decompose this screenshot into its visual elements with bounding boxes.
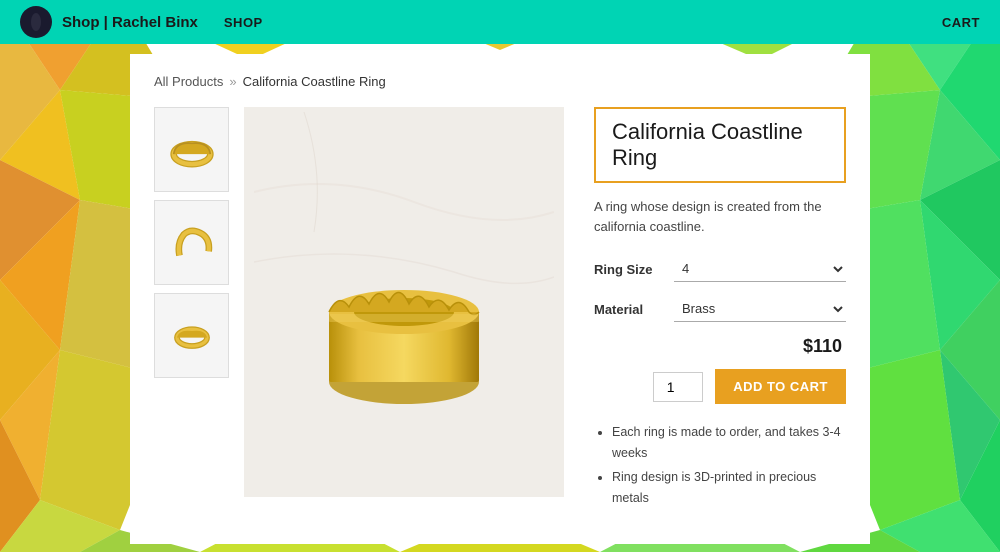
thumbnail-2[interactable] bbox=[154, 200, 229, 285]
ring-size-row: Ring Size 4 5 6 7 8 9 bbox=[594, 256, 846, 282]
breadcrumb: All Products » California Coastline Ring bbox=[154, 74, 846, 89]
note-2: Ring design is 3D-printed in precious me… bbox=[612, 467, 846, 510]
note-1: Each ring is made to order, and takes 3-… bbox=[612, 422, 846, 465]
main-product-image bbox=[244, 107, 564, 497]
main-wrapper: All Products » California Coastline Ring bbox=[0, 44, 1000, 552]
ring-size-select[interactable]: 4 5 6 7 8 9 bbox=[674, 256, 846, 282]
thumbnail-3[interactable] bbox=[154, 293, 229, 378]
cart-link[interactable]: CART bbox=[942, 15, 980, 30]
product-description: A ring whose design is created from the … bbox=[594, 197, 846, 236]
breadcrumb-all-products[interactable]: All Products bbox=[154, 74, 223, 89]
site-title: Shop | Rachel Binx bbox=[62, 14, 198, 31]
product-card: All Products » California Coastline Ring bbox=[130, 54, 870, 544]
price-display: $110 bbox=[594, 336, 846, 357]
add-to-cart-button[interactable]: ADD TO CART bbox=[715, 369, 846, 404]
quantity-input[interactable] bbox=[653, 372, 703, 402]
thumbnail-1[interactable] bbox=[154, 107, 229, 192]
logo-icon bbox=[20, 6, 52, 38]
logo-area: Shop | Rachel Binx SHOP bbox=[20, 6, 263, 38]
material-row: Material Brass Silver Gold bbox=[594, 296, 846, 322]
product-layout: California Coastline Ring A ring whose d… bbox=[154, 107, 846, 511]
product-info: California Coastline Ring A ring whose d… bbox=[564, 107, 846, 511]
shop-link[interactable]: SHOP bbox=[224, 15, 263, 30]
product-title: California Coastline Ring bbox=[612, 119, 828, 171]
breadcrumb-separator: » bbox=[229, 74, 236, 89]
product-title-box: California Coastline Ring bbox=[594, 107, 846, 183]
thumbnail-list bbox=[154, 107, 234, 511]
material-select[interactable]: Brass Silver Gold bbox=[674, 296, 846, 322]
add-to-cart-row: ADD TO CART bbox=[594, 369, 846, 404]
navigation: Shop | Rachel Binx SHOP CART bbox=[0, 0, 1000, 44]
product-notes: Each ring is made to order, and takes 3-… bbox=[594, 422, 846, 509]
ring-size-label: Ring Size bbox=[594, 262, 674, 277]
breadcrumb-current: California Coastline Ring bbox=[243, 74, 386, 89]
material-label: Material bbox=[594, 302, 674, 317]
